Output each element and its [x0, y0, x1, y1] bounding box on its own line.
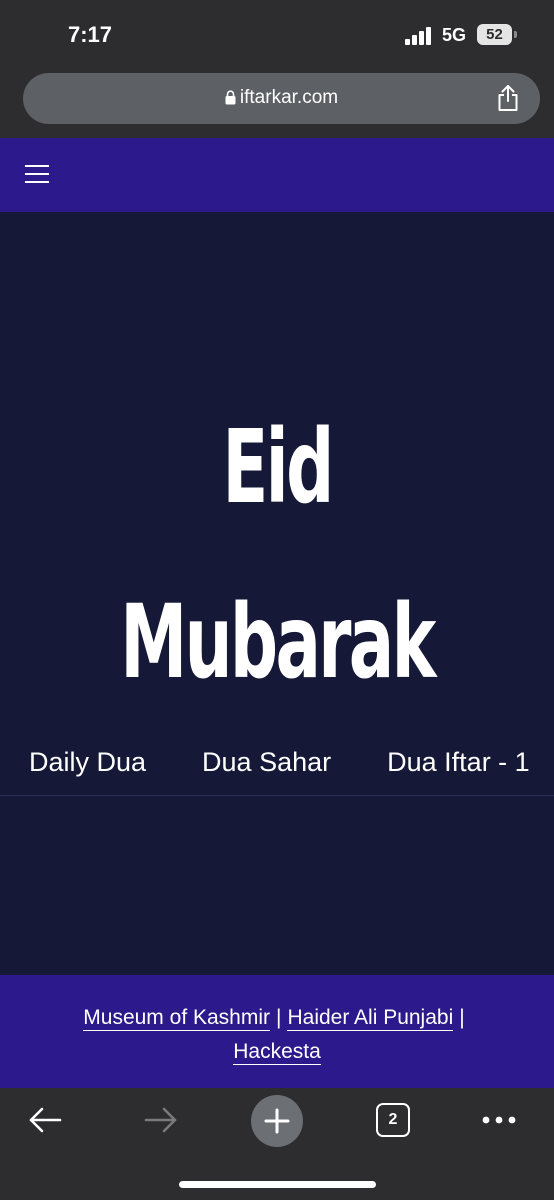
status-bar: 7:17 5G 52	[0, 0, 554, 64]
nav-link-dua-sahar[interactable]: Dua Sahar	[202, 747, 331, 778]
status-time: 7:17	[68, 22, 113, 47]
home-indicator	[179, 1181, 376, 1188]
hero-title: Eid Mubarak	[94, 380, 460, 730]
tab-count: 2	[388, 1111, 398, 1128]
address-bar[interactable]: iftarkar.com	[23, 73, 540, 124]
lock-icon	[225, 90, 236, 105]
footer-separator: |	[276, 1006, 282, 1029]
footer-links: Museum of Kashmir | Haider Ali Punjabi | Hac…	[30, 1001, 524, 1069]
dua-nav-track: Daily Dua Dua Sahar Dua Iftar - 1	[29, 747, 554, 778]
url-display[interactable]: iftarkar.com	[23, 87, 540, 109]
footer-link-haider-ali-punjabi[interactable]: Haider Ali Punjabi	[287, 1006, 454, 1031]
forward-arrow-icon[interactable]	[144, 1106, 178, 1134]
tabs-button[interactable]: 2	[376, 1103, 410, 1137]
battery-nub	[514, 31, 517, 38]
share-icon[interactable]	[496, 84, 520, 112]
browser-toolbar: 2	[0, 1088, 554, 1200]
dua-nav-strip[interactable]: Daily Dua Dua Sahar Dua Iftar - 1	[0, 735, 554, 796]
hero-line-2: Mubarak	[120, 583, 436, 702]
signal-icon	[405, 27, 433, 45]
new-tab-button[interactable]	[251, 1095, 303, 1147]
url-text: iftarkar.com	[239, 87, 339, 108]
hero-line-1: Eid	[222, 408, 334, 527]
network-type: 5G	[442, 25, 467, 45]
nav-link-daily-dua[interactable]: Daily Dua	[29, 747, 146, 778]
site-header	[0, 138, 554, 212]
battery-level: 52	[486, 26, 503, 43]
battery-icon: 52	[477, 24, 512, 45]
more-icon[interactable]	[481, 1115, 517, 1125]
nav-link-dua-iftar[interactable]: Dua Iftar - 1	[387, 747, 530, 778]
footer-separator: |	[459, 1006, 465, 1029]
menu-icon[interactable]	[25, 165, 49, 183]
footer-link-museum-of-kashmir[interactable]: Museum of Kashmir	[83, 1006, 271, 1031]
footer-link-hackesta[interactable]: Hackesta	[233, 1040, 321, 1065]
browser-address-area: iftarkar.com	[0, 64, 554, 138]
site-footer: Museum of Kashmir | Haider Ali Punjabi | Hac…	[0, 975, 554, 1088]
plus-icon	[264, 1108, 290, 1134]
back-arrow-icon[interactable]	[28, 1106, 62, 1134]
